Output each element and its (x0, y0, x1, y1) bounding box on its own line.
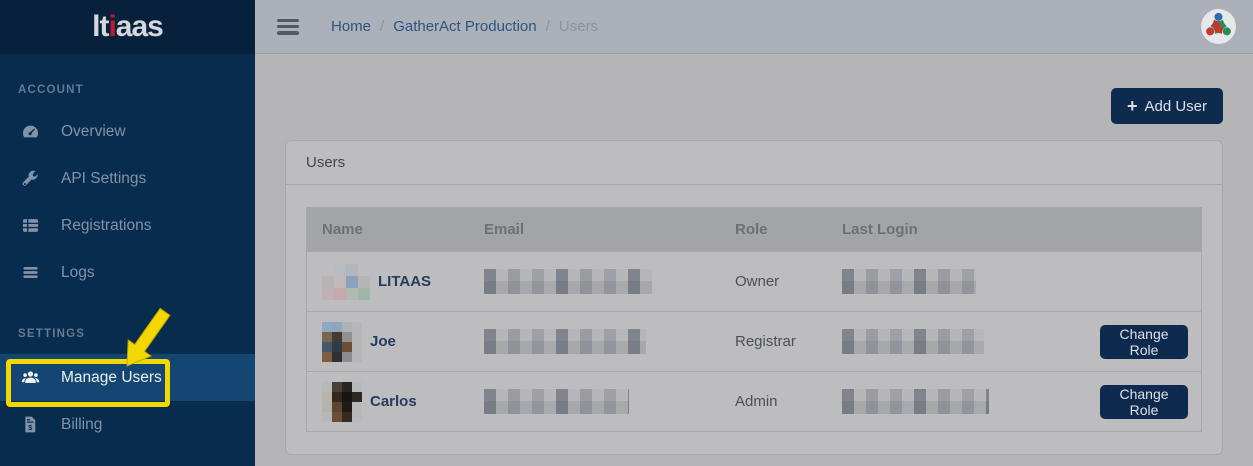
breadcrumb-separator: / (545, 18, 550, 35)
main-area: Home / GatherAct Production / Users + Ad… (255, 0, 1253, 466)
column-header-email: Email (484, 221, 525, 238)
sidebar-item-label: API Settings (61, 169, 147, 187)
card-title: Users (286, 141, 1222, 185)
redacted-last-login (842, 329, 984, 354)
sidebar: ltiaas ACCOUNT Overview API Settings Reg… (0, 0, 255, 466)
user-role: Owner (735, 273, 780, 290)
column-header-name: Name (322, 221, 363, 238)
users-card: Users Name Email Role Last Login LITAAS … (285, 140, 1223, 455)
sidebar-item-manage-users[interactable]: Manage Users (0, 354, 255, 401)
table-header-row: Name Email Role Last Login (307, 208, 1201, 251)
user-avatar (322, 263, 370, 300)
ltiaas-logo: ltiaas (92, 10, 164, 44)
account-avatar[interactable] (1200, 8, 1237, 45)
add-user-label: Add User (1144, 97, 1207, 115)
sidebar-logo-area: ltiaas (0, 0, 255, 54)
logo-suffix: aas (115, 10, 164, 43)
redacted-email (484, 389, 629, 414)
column-header-last-login: Last Login (842, 221, 918, 238)
redacted-last-login (842, 269, 976, 294)
user-name: LITAAS (378, 273, 432, 290)
breadcrumb-separator: / (380, 18, 385, 35)
app-window: ltiaas ACCOUNT Overview API Settings Reg… (0, 0, 1253, 466)
sidebar-item-overview[interactable]: Overview (0, 108, 255, 155)
table-row: Joe Registrar Change Role (307, 311, 1201, 371)
user-role: Admin (735, 393, 778, 410)
page-content: + Add User Users Name Email Role Last Lo… (255, 54, 1253, 455)
table-row: LITAAS Owner (307, 251, 1201, 311)
sidebar-item-logs[interactable]: Logs (0, 249, 255, 296)
sidebar-section-account: ACCOUNT (18, 84, 84, 96)
hamburger-menu-icon[interactable] (277, 18, 299, 35)
logo-accent: i (108, 10, 116, 43)
sidebar-item-label: Overview (61, 122, 126, 140)
sidebar-item-billing[interactable]: $ Billing (0, 401, 255, 448)
logo-prefix: lt (92, 10, 109, 43)
wrench-icon (19, 169, 41, 189)
add-user-button[interactable]: + Add User (1110, 88, 1223, 124)
breadcrumb-project[interactable]: GatherAct Production (393, 18, 536, 35)
user-name: Joe (370, 333, 396, 350)
table-row: Carlos Admin Change Role (307, 371, 1201, 431)
topbar: Home / GatherAct Production / Users (255, 0, 1253, 54)
sidebar-item-label: Registrations (61, 216, 152, 234)
change-role-button[interactable]: Change Role (1100, 384, 1188, 419)
change-role-button[interactable]: Change Role (1100, 324, 1188, 359)
invoice-dollar-icon: $ (19, 415, 41, 435)
plus-icon: + (1126, 96, 1138, 116)
user-name: Carlos (370, 393, 417, 410)
breadcrumb-current: Users (558, 18, 598, 35)
breadcrumb: Home / GatherAct Production / Users (331, 18, 598, 35)
column-header-role: Role (735, 221, 768, 238)
sidebar-item-registrations[interactable]: Registrations (0, 202, 255, 249)
sidebar-item-api-settings[interactable]: API Settings (0, 155, 255, 202)
user-avatar (322, 321, 362, 362)
table-list-icon (19, 216, 41, 236)
sidebar-item-label: Logs (61, 263, 95, 281)
users-icon (19, 368, 41, 388)
sidebar-item-label: Billing (61, 415, 103, 433)
redacted-email (484, 269, 652, 294)
user-avatar (322, 381, 362, 422)
users-table: Name Email Role Last Login LITAAS Owner … (306, 207, 1202, 432)
redacted-email (484, 329, 646, 354)
gauge-icon (19, 122, 41, 142)
redacted-last-login (842, 389, 989, 414)
breadcrumb-home[interactable]: Home (331, 18, 371, 35)
sidebar-nav: ACCOUNT Overview API Settings Registrati… (0, 54, 255, 448)
lines-icon (19, 263, 41, 283)
sidebar-item-label: Manage Users (61, 368, 162, 386)
user-role: Registrar (735, 333, 796, 350)
sidebar-section-settings: SETTINGS (18, 328, 86, 340)
